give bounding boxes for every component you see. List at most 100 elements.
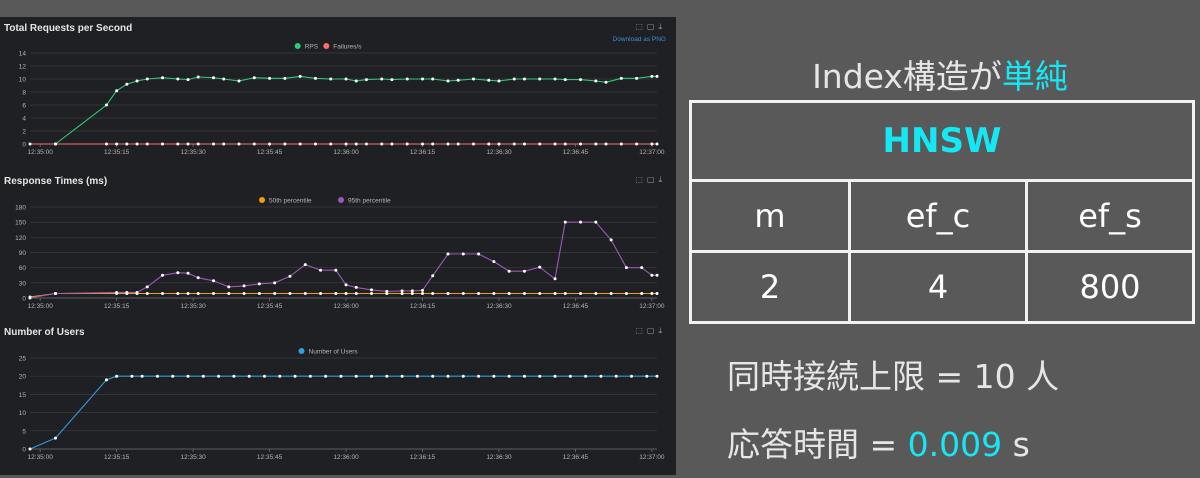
data-point [364,142,368,146]
data-point [196,291,200,295]
data-point [594,291,598,295]
data-point [522,142,526,146]
data-point [461,291,465,295]
data-point [640,291,644,295]
data-point [568,374,572,378]
data-point [410,289,414,293]
heading-text: Index構造が [812,57,1002,96]
x-tick-label: 12:36:45 [563,149,589,156]
x-tick-label: 12:36:00 [333,454,359,461]
y-tick-label: 150 [15,220,26,227]
data-point [431,274,435,278]
data-point [522,291,526,295]
data-point [201,374,205,378]
data-point [242,291,246,295]
x-tick-label: 12:36:45 [563,454,589,461]
response-unit: s [1002,425,1030,464]
data-point [186,374,190,378]
data-point [522,77,526,81]
legend-swatch [294,43,301,49]
data-point [303,291,307,295]
data-point [135,79,139,83]
data-point [212,279,216,283]
x-tick-label: 12:35:15 [104,149,130,156]
data-point [655,273,659,277]
data-point [380,77,384,81]
y-tick-label: 120 [15,235,26,242]
data-point [614,374,618,378]
y-tick-label: 60 [19,265,27,272]
data-point [155,374,159,378]
data-point [507,374,511,378]
x-tick-label: 12:36:15 [410,149,436,156]
data-point [385,374,389,378]
data-point [273,291,277,295]
data-point [507,269,511,273]
data-point [553,77,557,81]
data-point [28,296,32,300]
data-point [176,77,180,81]
data-point [390,142,394,146]
data-point [324,374,328,378]
data-point [650,291,654,295]
data-point [553,291,557,295]
data-point [145,291,149,295]
y-tick-label: 10 [19,410,27,417]
data-point [186,291,190,295]
data-point [247,374,251,378]
data-point [53,291,57,295]
y-tick-label: 180 [15,205,26,212]
data-point [624,291,628,295]
data-point [176,291,180,295]
rps-chart: RPS Failures/s 0 2 4 6 8 10 12 14 12:35:00 12:35:15… [19,43,665,156]
data-point [609,238,613,242]
x-tick-label: 12:36:45 [563,303,589,310]
y-tick-label: 30 [19,280,27,287]
response-time-line: 応答時間 = 0.009 s [727,418,1030,466]
data-point [242,284,246,288]
value-m: 2 [689,250,851,324]
x-tick-label: 12:37:00 [639,454,665,461]
legend-swatch [298,348,305,354]
data-point [650,273,654,277]
data-point [257,291,261,295]
data-point [329,77,333,81]
data-point [380,142,384,146]
y-tick-label: 14 [19,51,27,58]
data-point [624,266,628,270]
data-point [645,374,649,378]
data-point [370,288,374,292]
data-point [421,142,425,146]
data-point [446,79,450,83]
data-point [283,142,287,146]
y-tick-label: 15 [19,392,27,399]
header-ef-s: ef_s [1025,179,1195,253]
data-point [385,289,389,293]
value-ef-c: 4 [848,250,1028,324]
data-point [477,374,481,378]
data-point [579,142,583,146]
data-point [319,268,323,272]
data-point [308,374,312,378]
data-point [161,142,165,146]
legend-swatch [323,43,330,49]
data-point [329,142,333,146]
data-point [283,76,287,80]
x-tick-label: 12:36:00 [333,149,359,156]
response-value: 0.009 [907,425,1003,464]
x-tick-label: 12:35:30 [180,303,206,310]
table-title: HNSW [689,100,1195,182]
data-point [104,103,108,107]
data-point [273,281,277,285]
data-point [538,77,542,81]
data-point [370,374,374,378]
data-point [640,266,644,270]
data-point [176,271,180,275]
data-point [145,142,149,146]
y-tick-label: 12 [19,64,27,71]
data-point [227,285,231,289]
data-point [222,142,226,146]
data-point [405,77,409,81]
data-point [344,291,348,295]
legend-label: Failures/s [333,44,362,51]
